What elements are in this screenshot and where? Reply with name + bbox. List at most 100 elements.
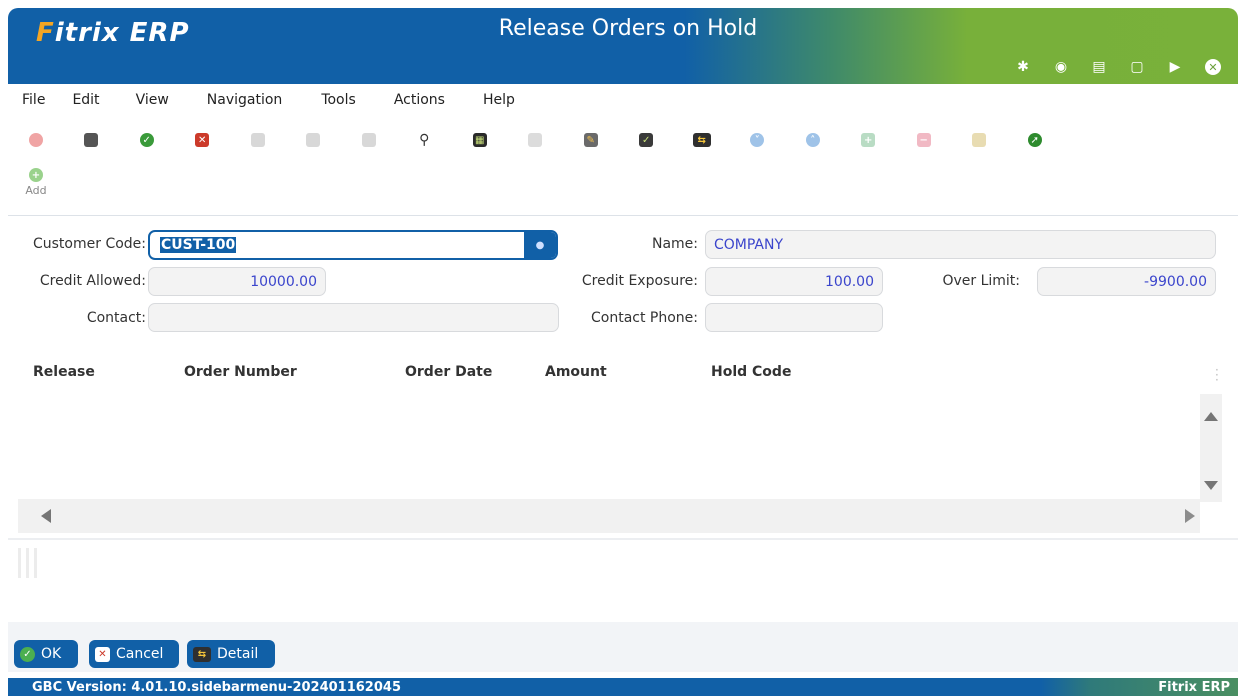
checklist-icon: ✓	[639, 133, 654, 147]
cancel-x-icon: ✕	[95, 646, 110, 662]
contact-label: Contact:	[86, 310, 146, 326]
cancel-icon: ✕	[195, 133, 210, 147]
stack-icon	[972, 133, 987, 147]
menu-view[interactable]: View	[136, 92, 169, 108]
add-icon: +	[29, 168, 43, 182]
play-icon[interactable]: ▶	[1156, 56, 1194, 78]
column-header-order-number[interactable]: Order Number	[184, 364, 297, 384]
column-header-release[interactable]: Release	[33, 364, 95, 384]
menu-actions[interactable]: Actions	[394, 92, 445, 108]
paste-icon	[306, 133, 321, 147]
horizontal-scrollbar[interactable]	[18, 499, 1200, 533]
over-limit-label: Over Limit:	[942, 273, 1020, 289]
lookup-icon[interactable]: ●	[524, 232, 556, 258]
cancel-button[interactable]: ✕ Cancel	[89, 640, 179, 668]
export-icon: ➚	[1027, 133, 1042, 147]
column-menu-icon[interactable]: · · ·	[1215, 364, 1219, 386]
gear-icon[interactable]: ✱	[1004, 56, 1042, 78]
tool-scroll-down[interactable]: ˅	[730, 125, 786, 155]
scroll-up-icon: ˄	[805, 133, 820, 147]
menu-edit[interactable]: Edit	[72, 92, 99, 108]
flow-add-icon: +	[861, 133, 876, 147]
tool-export[interactable]: ➚	[1007, 125, 1063, 155]
tool-window[interactable]	[64, 125, 120, 155]
scroll-down-icon: ˅	[750, 133, 765, 147]
name-field[interactable]: COMPANY	[705, 230, 1216, 259]
tool-cancel[interactable]: ✕	[175, 125, 231, 155]
scroll-left-arrow-icon[interactable]	[41, 509, 51, 523]
tool-flow-add[interactable]: +	[841, 125, 897, 155]
tool-note[interactable]: ✎	[563, 125, 619, 155]
tool-accept[interactable]: ✓	[119, 125, 175, 155]
ok-label: OK	[41, 646, 62, 662]
tool-stack[interactable]	[952, 125, 1008, 155]
customer-code-value: CUST-100	[160, 237, 237, 253]
vertical-scrollbar[interactable]	[1200, 394, 1222, 502]
contact-phone-label: Contact Phone:	[590, 310, 698, 326]
scroll-right-arrow-icon[interactable]	[1185, 509, 1195, 523]
cancel-label: Cancel	[116, 646, 164, 662]
ok-button[interactable]: ✓ OK	[14, 640, 78, 668]
tool-calendar[interactable]: ▦	[452, 125, 508, 155]
tool-flow-remove[interactable]: −	[896, 125, 952, 155]
status-app-name: Fitrix ERP	[1158, 679, 1230, 695]
add-label: Add	[25, 184, 47, 197]
credit-exposure-label: Credit Exposure:	[581, 273, 698, 289]
credit-allowed-label: Credit Allowed:	[39, 273, 146, 289]
customer-code-label: Customer Code:	[32, 236, 146, 252]
contact-field[interactable]	[148, 303, 559, 332]
search-icon: ⚲	[419, 132, 430, 148]
tool-cancel-disabled[interactable]	[8, 125, 64, 155]
name-label: Name:	[651, 236, 698, 252]
check-icon: ✓	[20, 646, 35, 662]
over-limit-field[interactable]: -9900.00	[1037, 267, 1216, 296]
grid-icon	[361, 133, 376, 147]
window-icon	[84, 133, 99, 147]
add-button[interactable]: + Add	[16, 164, 56, 197]
grid-divider	[8, 538, 1238, 540]
tool-search[interactable]: ⚲	[397, 125, 453, 155]
version-text: GBC Version: 4.01.10.sidebarmenu-2024011…	[32, 679, 401, 695]
cancel-disabled-icon	[28, 133, 43, 147]
menu-file[interactable]: File	[22, 92, 45, 108]
close-icon[interactable]: ✕	[1194, 56, 1232, 78]
tool-paste[interactable]	[286, 125, 342, 155]
resize-grip-icon[interactable]	[18, 548, 48, 578]
app-window: Fitrix ERP Release Orders on Hold ✱ ◉ ▤ …	[8, 8, 1238, 696]
scroll-down-arrow-icon[interactable]	[1204, 481, 1218, 490]
credit-allowed-field[interactable]: 10000.00	[148, 267, 326, 296]
tool-toggle[interactable]: ⇆	[674, 125, 730, 155]
menu-bar: File Edit View Navigation Tools Actions …	[8, 84, 1238, 116]
tool-checklist[interactable]: ✓	[619, 125, 675, 155]
menu-help[interactable]: Help	[483, 92, 515, 108]
status-bar: GBC Version: 4.01.10.sidebarmenu-2024011…	[8, 678, 1238, 696]
detail-icon: ⇆	[193, 646, 211, 662]
target-icon[interactable]: ◉	[1042, 56, 1080, 78]
column-header-order-date[interactable]: Order Date	[405, 364, 492, 384]
menu-navigation[interactable]: Navigation	[207, 92, 283, 108]
menu-tools[interactable]: Tools	[321, 92, 356, 108]
detail-button[interactable]: ⇆ Detail	[187, 640, 275, 668]
column-header-amount[interactable]: Amount	[545, 364, 607, 384]
tool-grid[interactable]	[341, 125, 397, 155]
page-icon[interactable]: ▢	[1118, 56, 1156, 78]
document-icon[interactable]: ▤	[1080, 56, 1118, 78]
scroll-up-arrow-icon[interactable]	[1204, 412, 1218, 421]
title-bar: Fitrix ERP Release Orders on Hold ✱ ◉ ▤ …	[8, 8, 1238, 84]
column-header-hold-code[interactable]: Hold Code	[711, 364, 791, 384]
toggle-icon: ⇆	[692, 133, 711, 147]
note-icon: ✎	[583, 133, 598, 147]
tool-scroll-up[interactable]: ˄	[785, 125, 841, 155]
credit-exposure-field[interactable]: 100.00	[705, 267, 883, 296]
tool-copy[interactable]	[230, 125, 286, 155]
file-icon	[528, 133, 543, 147]
flow-remove-icon: −	[916, 133, 931, 147]
customer-code-field[interactable]: CUST-100 ●	[148, 230, 558, 260]
orders-grid	[18, 390, 1200, 500]
copy-icon	[250, 133, 265, 147]
tool-file[interactable]	[508, 125, 564, 155]
contact-phone-field[interactable]	[705, 303, 883, 332]
detail-label: Detail	[217, 646, 259, 662]
accept-icon: ✓	[139, 133, 154, 147]
toolbar: ✓ ✕ ⚲ ▦ ✎ ✓ ⇆ ˅ ˄ + − ➚	[8, 120, 1238, 160]
